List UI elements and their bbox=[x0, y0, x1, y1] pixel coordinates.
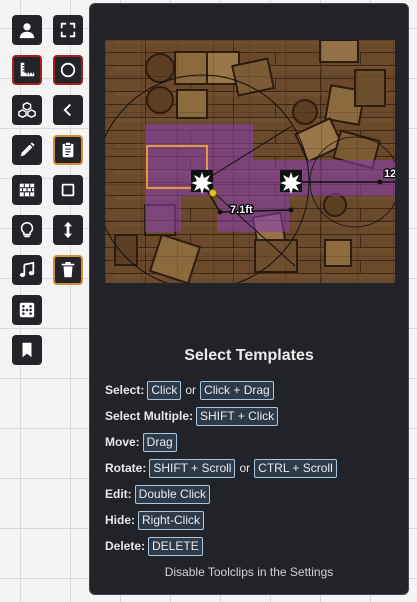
circle-icon bbox=[60, 62, 76, 78]
cubes-icon bbox=[18, 101, 36, 119]
double-click-key: Double Click bbox=[134, 484, 211, 504]
dice-icon bbox=[19, 302, 35, 318]
rotate-row: Rotate: SHIFT + Scroll or CTRL + Scroll bbox=[105, 458, 400, 478]
rectangle-template-tool[interactable] bbox=[53, 175, 83, 205]
circle-template-tool[interactable] bbox=[53, 55, 83, 85]
toolclip-panel: 7.1ft 12. Select Templates Select: Click… bbox=[89, 3, 409, 595]
shift-click-key: SHIFT + Click bbox=[196, 406, 279, 426]
user-icon bbox=[19, 23, 35, 39]
chevron-left-icon bbox=[63, 103, 71, 117]
hide-row: Hide: Right-Click bbox=[105, 510, 400, 530]
select-multiple-label: Select Multiple: bbox=[105, 409, 194, 423]
square-icon bbox=[61, 183, 75, 197]
select-row: Select: Click or Click + Drag bbox=[105, 380, 400, 400]
pencil-icon bbox=[20, 142, 35, 157]
music-note-icon bbox=[19, 261, 35, 278]
edit-row: Edit: Double Click bbox=[105, 484, 400, 504]
hide-label: Hide: bbox=[105, 513, 135, 527]
collapse-tool[interactable] bbox=[53, 95, 83, 125]
bookmark-icon bbox=[22, 342, 32, 358]
edge-measure-label: 12. bbox=[384, 168, 395, 180]
right-click-key: Right-Click bbox=[138, 510, 205, 530]
or-text: or bbox=[239, 461, 251, 475]
ctrl-scroll-key: CTRL + Scroll bbox=[254, 458, 337, 478]
ruler-icon bbox=[20, 62, 35, 77]
click-key: Click bbox=[147, 380, 182, 400]
disable-toolclips-note: Disable Toolclips in the Settings bbox=[164, 565, 334, 579]
shift-scroll-key: SHIFT + Scroll bbox=[149, 458, 236, 478]
walls-tool[interactable] bbox=[12, 175, 42, 205]
token-tool[interactable] bbox=[12, 15, 42, 45]
lightbulb-icon bbox=[20, 221, 34, 238]
select-multiple-row: Select Multiple: SHIFT + Click bbox=[105, 406, 400, 426]
edit-label: Edit: bbox=[105, 487, 132, 501]
flip-vertical-tool[interactable] bbox=[53, 215, 83, 245]
click-drag-key: Click + Drag bbox=[200, 380, 274, 400]
select-label: Select: bbox=[105, 383, 145, 397]
rotate-label: Rotate: bbox=[105, 461, 147, 475]
delete-tool[interactable] bbox=[53, 255, 83, 285]
drag-key: Drag bbox=[142, 432, 177, 452]
trash-icon bbox=[61, 261, 75, 278]
brick-wall-icon bbox=[19, 183, 35, 197]
dice-tool[interactable] bbox=[12, 295, 42, 325]
or-text: or bbox=[185, 383, 197, 397]
delete-key: DELETE bbox=[148, 536, 203, 556]
map-preview: 7.1ft 12. bbox=[105, 40, 395, 283]
expand-icon bbox=[60, 22, 76, 38]
measure-label: 7.1ft bbox=[230, 204, 253, 216]
clipboard-icon bbox=[62, 141, 74, 158]
move-row: Move: Drag bbox=[105, 432, 400, 452]
delete-label: Delete: bbox=[105, 539, 146, 553]
up-down-arrow-icon bbox=[63, 221, 73, 239]
sounds-tool[interactable] bbox=[12, 255, 42, 285]
battlemap-image: 7.1ft 12. bbox=[105, 40, 395, 283]
move-label: Move: bbox=[105, 435, 140, 449]
tooltip-title: Select Templates bbox=[184, 347, 314, 364]
notes-tool[interactable] bbox=[12, 335, 42, 365]
measure-tool[interactable] bbox=[12, 55, 42, 85]
delete-row: Delete: DELETE bbox=[105, 536, 400, 556]
drawing-tool[interactable] bbox=[12, 135, 42, 165]
tiles-tool[interactable] bbox=[12, 95, 42, 125]
fullscreen-tool[interactable] bbox=[53, 15, 83, 45]
lighting-tool[interactable] bbox=[12, 215, 42, 245]
journal-tool[interactable] bbox=[53, 135, 83, 165]
